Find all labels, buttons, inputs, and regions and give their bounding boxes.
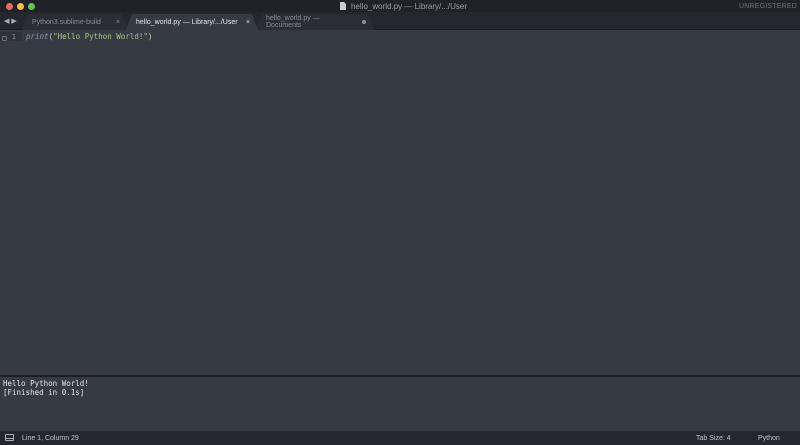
close-window-button[interactable]	[6, 2, 13, 10]
window-controls	[6, 2, 35, 10]
document-icon	[340, 2, 346, 10]
back-arrow-icon[interactable]: ◀	[4, 17, 9, 25]
syntax-selector[interactable]: Python	[758, 431, 780, 445]
tab-bar: ◀ ▶ Python3.sublime-build × hello_world.…	[0, 12, 800, 30]
title-bar: hello_world.py — Library/.../User UNREGI…	[0, 0, 800, 12]
status-bar: Line 1, Column 29 Tab Size: 4 Python	[0, 431, 800, 445]
window-title-group: hello_world.py — Library/.../User	[340, 0, 467, 12]
code-line[interactable]: print("Hello Python World!")	[26, 32, 152, 41]
code-close-paren: )	[147, 32, 153, 41]
registration-status: UNREGISTERED	[738, 2, 797, 10]
tab-navigation: ◀ ▶	[4, 12, 17, 29]
tab-label: hello_world.py — Library/.../User	[136, 18, 238, 26]
tab-size-selector[interactable]: Tab Size: 4	[696, 431, 731, 445]
maximize-window-button[interactable]	[28, 2, 35, 10]
tab-hello-world-documents[interactable]: hello_world.py — Documents	[256, 14, 374, 30]
tab-close-icon[interactable]: ×	[116, 19, 120, 26]
line-number-gutter: 1	[0, 32, 22, 41]
output-line: Hello Python World!	[3, 379, 89, 388]
minimize-window-button[interactable]	[17, 2, 24, 10]
window-title: hello_world.py — Library/.../User	[351, 1, 468, 11]
tab-hello-world-user[interactable]: hello_world.py — Library/.../User ×	[126, 14, 258, 30]
output-line: [Finished in 0.1s]	[3, 388, 85, 397]
unsaved-dot-icon[interactable]	[362, 20, 366, 24]
cursor-position[interactable]: Line 1, Column 29	[22, 431, 79, 445]
line-number: 1	[11, 32, 16, 41]
build-output-panel[interactable]: Hello Python World! [Finished in 0.1s]	[0, 377, 800, 430]
code-string-literal: "Hello Python World!"	[53, 32, 148, 41]
fold-marker-icon[interactable]	[2, 36, 7, 41]
tab-label: hello_world.py — Documents	[266, 15, 320, 29]
code-editor[interactable]: 1 print("Hello Python World!")	[0, 30, 800, 375]
toggle-panel-icon[interactable]	[5, 434, 14, 441]
tab-close-icon[interactable]: ×	[246, 19, 250, 26]
forward-arrow-icon[interactable]: ▶	[11, 17, 16, 25]
tab-python3-sublime-build[interactable]: Python3.sublime-build ×	[22, 14, 128, 30]
code-function-name: print	[26, 32, 49, 41]
tab-label: Python3.sublime-build	[32, 18, 101, 26]
